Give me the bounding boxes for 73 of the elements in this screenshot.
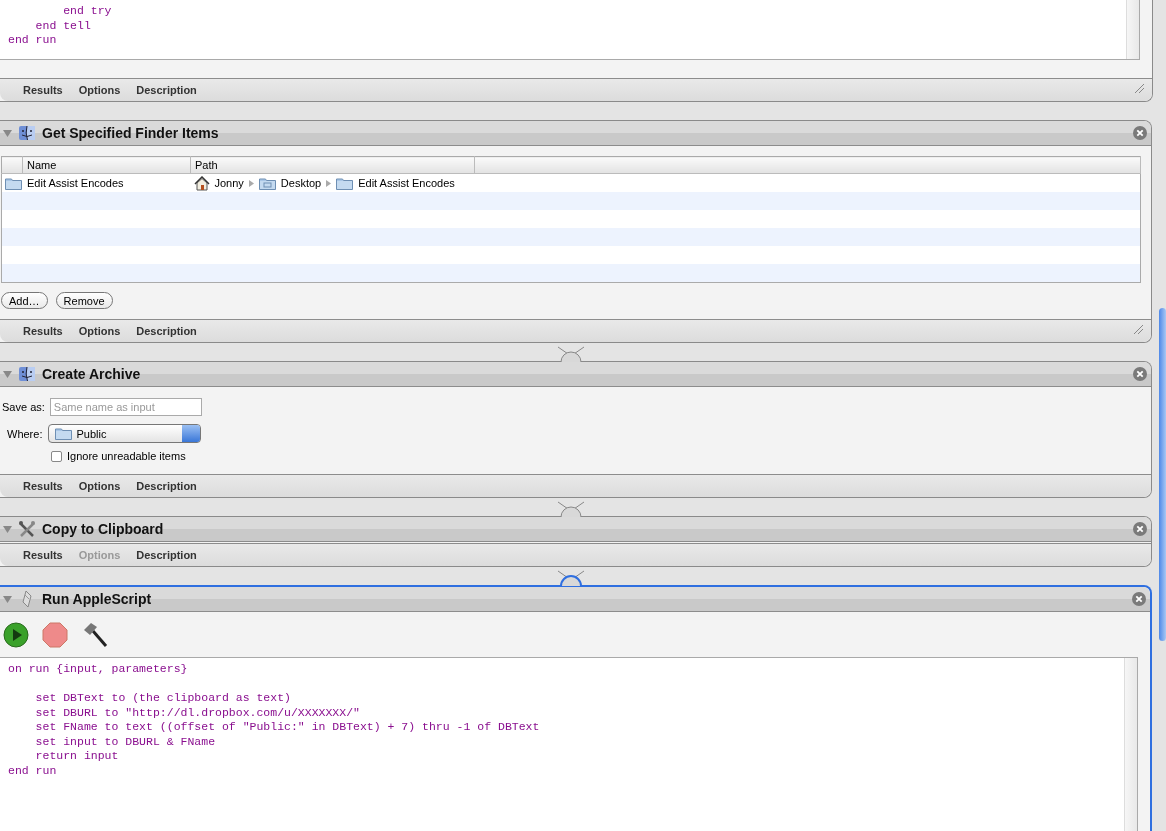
- disclosure-triangle-icon[interactable]: [3, 524, 12, 534]
- path-label: Jonny: [214, 177, 244, 189]
- footer-tab[interactable]: Results: [23, 84, 63, 96]
- save-as-field[interactable]: Same name as input: [49, 398, 202, 416]
- footer-tab[interactable]: Description: [136, 549, 197, 561]
- action-title: Get Specified Finder Items: [42, 125, 219, 141]
- close-icon[interactable]: [1133, 522, 1147, 536]
- folder-icon: [336, 176, 354, 190]
- code-line: return input: [34, 749, 119, 762]
- disclosure-triangle-icon[interactable]: [3, 594, 12, 604]
- action-panel[interactable]: Create Archive Save as: Same name as input Where: Public Ignore unreadable items Results Options Description: [0, 361, 1152, 498]
- path-label: Desktop: [280, 177, 322, 189]
- footer-tab[interactable]: Results: [23, 549, 63, 561]
- field-label: Where:: [7, 427, 43, 440]
- finder-icon: [18, 365, 36, 383]
- folder-icon: [5, 176, 22, 190]
- connector-notch: [557, 570, 585, 586]
- action-header[interactable]: Get Specified Finder Items: [0, 121, 1151, 146]
- footer-tab[interactable]: Options: [78, 480, 121, 492]
- checkbox-label: Ignore unreadable items: [67, 450, 186, 462]
- action-title: Run AppleScript: [42, 591, 152, 607]
- code-line: set FName to text ((offset of "Public:" in DBText) + 7) thru -1 of DBText: [34, 720, 540, 733]
- action-header[interactable]: Copy to Clipboard: [0, 517, 1151, 542]
- action-title: Create Archive: [42, 366, 141, 382]
- field-label: Save as:: [2, 401, 45, 413]
- path-arrow-icon: [326, 179, 332, 187]
- column-header[interactable]: Name: [22, 156, 191, 174]
- footer-tab[interactable]: Description: [136, 325, 197, 337]
- footer-tab[interactable]: Options: [78, 325, 121, 337]
- close-icon[interactable]: [1132, 592, 1146, 606]
- column-header[interactable]: Path: [190, 156, 475, 174]
- action-header[interactable]: Run AppleScript: [0, 587, 1150, 612]
- path-label: Edit Assist Encodes: [358, 177, 455, 189]
- resize-grip-icon[interactable]: [1134, 83, 1144, 93]
- tools-icon: [18, 520, 36, 538]
- table-cell: Edit Assist Encodes: [27, 177, 124, 189]
- code-line: on run {input, parameters}: [8, 662, 188, 675]
- code-line: set DBURL to "http://dl.dropbox.com/u/XXXXXXX/": [34, 705, 360, 719]
- action-title: Copy to Clipboard: [42, 521, 164, 537]
- resize-grip-icon[interactable]: [1133, 324, 1143, 334]
- run-icon[interactable]: [3, 621, 29, 648]
- push-button[interactable]: Remove: [55, 292, 113, 309]
- desktop-folder-icon: [258, 176, 276, 190]
- folder-icon: [55, 427, 73, 440]
- connector-notch: [557, 501, 585, 517]
- scrollbar[interactable]: [1124, 658, 1137, 831]
- code-line: end run: [8, 763, 57, 777]
- scrollbar[interactable]: [1126, 0, 1139, 59]
- disclosure-triangle-icon[interactable]: [3, 369, 12, 379]
- location-popup[interactable]: Public: [48, 424, 202, 443]
- action-panel[interactable]: [0, 585, 1152, 831]
- path-arrow-icon: [248, 179, 254, 187]
- disclosure-triangle-icon[interactable]: [3, 128, 12, 138]
- code-line: end try: [62, 4, 112, 17]
- close-icon[interactable]: [1133, 367, 1147, 381]
- connector-notch: [557, 346, 585, 362]
- footer-tab[interactable]: Options: [78, 84, 121, 96]
- home-icon: [193, 175, 210, 191]
- close-icon[interactable]: [1133, 126, 1147, 140]
- code-line: set DBText to (the clipboard as text): [34, 691, 291, 704]
- code-line: end tell: [34, 18, 91, 32]
- footer-tab[interactable]: Results: [23, 480, 63, 492]
- action-panel[interactable]: Get Specified Finder Items Name Path Edit Assist Encodes Jonny Desktop Edit Assist Encodes Add… Remove Results Options Description: [0, 120, 1152, 343]
- stop-icon[interactable]: [42, 621, 68, 648]
- finder-icon: [18, 124, 36, 142]
- code-line: set input to DBURL & FName: [34, 734, 216, 748]
- action-header[interactable]: Create Archive: [0, 362, 1151, 387]
- code-line: end run: [8, 33, 57, 46]
- footer-tab[interactable]: Description: [136, 84, 197, 96]
- footer-tab[interactable]: Results: [23, 325, 63, 337]
- footer-tab[interactable]: Description: [136, 480, 197, 492]
- checkbox[interactable]: [51, 450, 62, 462]
- push-button[interactable]: Add…: [1, 292, 48, 309]
